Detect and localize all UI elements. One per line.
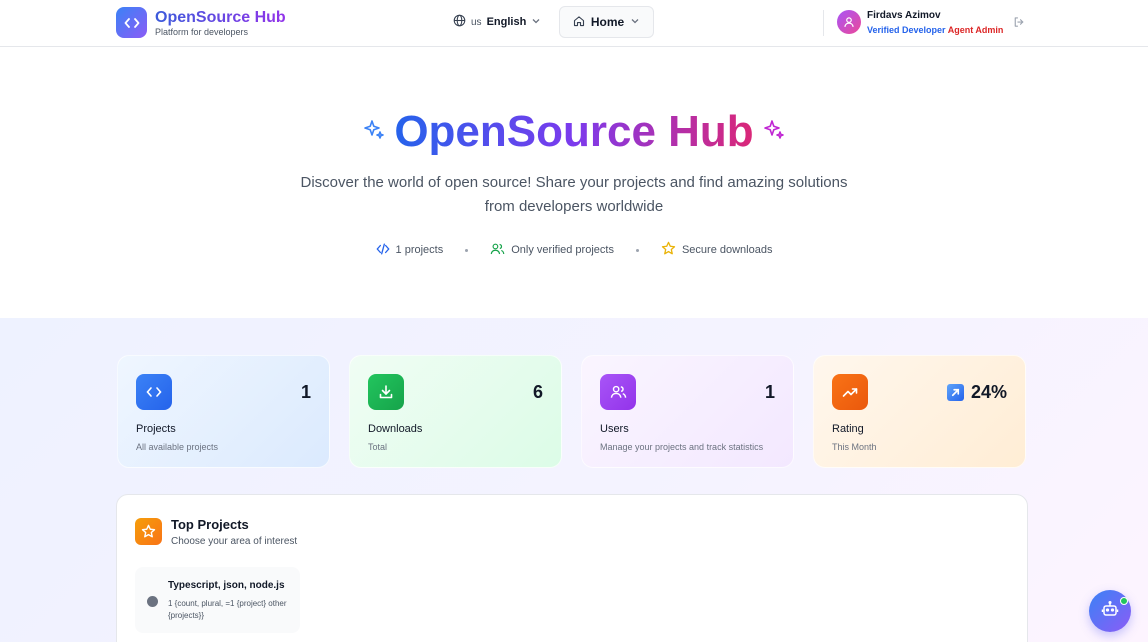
chat-bot-button[interactable]: [1089, 590, 1131, 632]
hero-features: 1 projects Only verified projects Secure…: [0, 241, 1148, 259]
stat-downloads-sub: Total: [368, 442, 388, 452]
header-divider: [823, 10, 824, 36]
language-code: us: [471, 16, 482, 28]
separator-dot: [635, 248, 639, 252]
category-name: Typescript, json, node.js: [168, 580, 285, 591]
code-logo-icon[interactable]: [116, 7, 147, 38]
top-projects-subtitle: Choose your area of interest: [171, 536, 298, 547]
star-icon: [661, 241, 676, 259]
stat-projects-label: Projects: [136, 423, 176, 435]
chevron-down-icon: [531, 16, 541, 29]
star-icon: [135, 518, 162, 545]
stat-users-sub: Manage your projects and track statistic…: [600, 442, 764, 452]
user-roles: Verified Developer Agent Admin: [867, 25, 1003, 35]
hero-description: Discover the world of open source! Share…: [300, 174, 848, 215]
home-nav-label: Home: [590, 15, 625, 29]
top-projects-panel: Top Projects Choose your area of interes…: [116, 494, 1028, 642]
up-right-arrow-icon: [946, 384, 964, 401]
feature-secure: Secure downloads: [661, 241, 773, 259]
feature-verified-label: Only verified projects: [511, 244, 614, 256]
stat-rating-value-wrap: 24%: [946, 382, 1007, 403]
user-avatar[interactable]: [837, 10, 861, 34]
stat-downloads-value: 6: [532, 382, 543, 402]
top-header: OpenSource Hub Platform for developers u…: [0, 0, 1148, 47]
hero-title-row: OpenSource Hub: [0, 106, 1148, 158]
globe-icon: [453, 14, 466, 30]
users-icon: [490, 242, 505, 259]
agent-admin-badge: Agent Admin: [947, 25, 1004, 35]
category-count: 1 {count, plural, =1 {project} other {pr…: [168, 599, 287, 620]
trending-up-icon: [832, 374, 868, 410]
code-icon: [375, 242, 390, 259]
house-icon: [573, 15, 585, 30]
users-icon: [600, 374, 636, 410]
download-icon: [368, 374, 404, 410]
stat-card-rating[interactable]: 24% Rating This Month: [813, 355, 1026, 468]
brand-title[interactable]: OpenSource Hub: [155, 9, 286, 27]
category-dot: [147, 596, 158, 607]
home-nav-button[interactable]: Home: [559, 6, 654, 38]
brand-subtitle: Platform for developers: [155, 27, 249, 37]
stat-downloads-label: Downloads: [368, 423, 423, 435]
language-label: English: [486, 16, 527, 28]
logout-icon[interactable]: [1013, 15, 1025, 33]
feature-verified: Only verified projects: [490, 242, 614, 259]
code-icon: [136, 374, 172, 410]
chevron-down-icon: [630, 15, 640, 29]
language-selector[interactable]: us English: [453, 14, 541, 30]
robot-icon: [1101, 600, 1119, 623]
category-card[interactable]: Typescript, json, node.js 1 {count, plur…: [135, 567, 300, 633]
user-name: Firdavs Azimov: [867, 10, 941, 21]
stat-rating-label: Rating: [832, 423, 864, 435]
sparkles-icon: [362, 118, 386, 147]
stat-projects-sub: All available projects: [136, 442, 219, 452]
stat-card-downloads[interactable]: 6 Downloads Total: [349, 355, 562, 468]
hero-title: OpenSource Hub: [394, 107, 754, 156]
top-projects-title: Top Projects: [171, 517, 249, 532]
feature-secure-label: Secure downloads: [681, 244, 773, 256]
feature-projects: 1 projects: [375, 242, 444, 259]
stat-rating-sub: This Month: [832, 442, 877, 452]
stat-users-value: 1: [764, 382, 775, 402]
stat-rating-value: 24%: [970, 382, 1007, 402]
feature-projects-label: 1 projects: [395, 244, 444, 256]
online-status-dot: [1120, 597, 1128, 605]
separator-dot: [465, 248, 469, 252]
stat-projects-value: 1: [300, 382, 311, 402]
stat-users-label: Users: [600, 423, 629, 435]
stat-card-users[interactable]: 1 Users Manage your projects and track s…: [581, 355, 794, 468]
verified-developer-badge: Verified Developer: [867, 25, 946, 35]
sparkles-icon: [762, 118, 786, 147]
stat-card-projects[interactable]: 1 Projects All available projects: [117, 355, 330, 468]
